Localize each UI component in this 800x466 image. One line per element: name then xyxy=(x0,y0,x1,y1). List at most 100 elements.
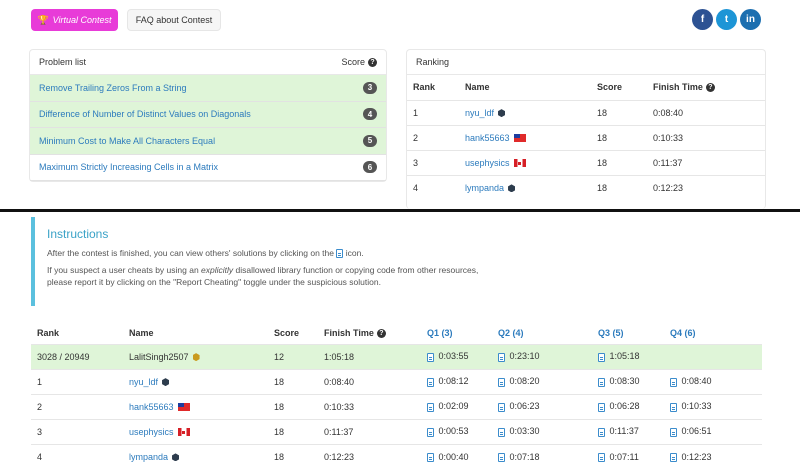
solution-icon[interactable] xyxy=(427,402,434,412)
q3-cell[interactable]: 1:05:18 xyxy=(592,343,664,369)
table-row: 1 nyu_ldf 18 0:08:40 0:08:12 0:08:20 0:0… xyxy=(31,368,762,394)
virtual-contest-label: Virtual Contest xyxy=(52,15,112,25)
solution-icon[interactable] xyxy=(670,452,677,462)
solution-icon[interactable] xyxy=(498,402,505,412)
q3-cell[interactable]: 0:11:37 xyxy=(592,418,664,444)
trophy-icon: 🏆 xyxy=(37,14,49,25)
user-link[interactable]: lympanda xyxy=(465,183,504,193)
q4-cell[interactable]: 0:08:40 xyxy=(664,368,762,394)
badge-icon xyxy=(172,453,180,462)
problem-score-badge: 4 xyxy=(363,108,377,121)
help-icon[interactable]: ? xyxy=(705,83,715,93)
q2-col-header[interactable]: Q2 (4) xyxy=(492,322,592,344)
user-link[interactable]: LalitSingh2507 xyxy=(129,352,189,362)
user-link[interactable]: nyu_ldf xyxy=(465,108,494,118)
q3-col-header[interactable]: Q3 (5) xyxy=(592,322,664,344)
solution-icon[interactable] xyxy=(498,452,505,462)
q4-cell[interactable]: 0:12:23 xyxy=(664,443,762,466)
solution-icon[interactable] xyxy=(598,377,605,387)
virtual-contest-button[interactable]: 🏆 Virtual Contest xyxy=(31,9,118,31)
solution-icon[interactable] xyxy=(598,352,605,362)
q1-cell[interactable]: 0:02:09 xyxy=(421,393,492,419)
flag-ca-icon xyxy=(513,159,526,168)
help-icon[interactable]: ? xyxy=(368,58,377,68)
score-cell: 18 xyxy=(268,443,318,466)
table-row: 2 hank55663 18 0:10:33 xyxy=(407,124,765,150)
solution-icon[interactable] xyxy=(598,402,605,412)
q1-cell[interactable]: 0:03:55 xyxy=(421,343,492,369)
name-cell: lympanda xyxy=(459,174,591,200)
facebook-share-icon[interactable]: f xyxy=(692,9,713,30)
problem-link[interactable]: Remove Trailing Zeros From a String xyxy=(39,83,187,93)
name-cell: nyu_ldf xyxy=(459,99,591,125)
solution-icon[interactable] xyxy=(427,427,434,437)
finish-cell: 0:08:40 xyxy=(318,368,421,394)
rank-cell: 4 xyxy=(31,443,123,466)
table-row: 4 lympanda 18 0:12:23 xyxy=(407,174,765,200)
table-row: 1 nyu_ldf 18 0:08:40 xyxy=(407,99,765,125)
score-cell: 18 xyxy=(268,393,318,419)
solution-icon[interactable] xyxy=(670,427,677,437)
problem-link[interactable]: Difference of Number of Distinct Values … xyxy=(39,109,251,119)
linkedin-share-icon[interactable]: in xyxy=(740,9,761,30)
q3-cell[interactable]: 0:07:11 xyxy=(592,443,664,466)
q4-col-header[interactable]: Q4 (6) xyxy=(664,322,762,344)
score-cell: 18 xyxy=(268,418,318,444)
problem-score-badge: 5 xyxy=(363,134,377,147)
q1-cell[interactable]: 0:00:53 xyxy=(421,418,492,444)
solution-icon[interactable] xyxy=(427,377,434,387)
user-link[interactable]: lympanda xyxy=(129,452,168,462)
problem-list-panel: Problem list Score? Remove Trailing Zero… xyxy=(29,49,387,182)
table-row: 2 hank55663 18 0:10:33 0:02:09 0:06:23 0… xyxy=(31,393,762,419)
rank-cell: 1 xyxy=(31,368,123,394)
q4-cell[interactable]: 0:06:51 xyxy=(664,418,762,444)
user-link[interactable]: usephysics xyxy=(465,158,510,168)
finish-cell: 0:10:33 xyxy=(647,124,765,150)
flag-tw-icon xyxy=(513,134,526,143)
solution-icon[interactable] xyxy=(670,377,677,387)
solution-icon[interactable] xyxy=(670,402,677,412)
q1-cell[interactable]: 0:00:40 xyxy=(421,443,492,466)
problem-row: Minimum Cost to Make All Characters Equa… xyxy=(30,128,386,155)
q3-cell[interactable]: 0:08:30 xyxy=(592,368,664,394)
user-link[interactable]: usephysics xyxy=(129,427,174,437)
instructions-title: Instructions xyxy=(47,227,109,241)
flag-tw-icon xyxy=(177,403,190,412)
problem-link[interactable]: Minimum Cost to Make All Characters Equa… xyxy=(39,136,215,146)
q1-col-header[interactable]: Q1 (3) xyxy=(421,322,492,344)
q1-cell[interactable]: 0:08:12 xyxy=(421,368,492,394)
solution-icon[interactable] xyxy=(498,427,505,437)
score-cell: 18 xyxy=(591,149,647,175)
problem-link[interactable]: Maximum Strictly Increasing Cells in a M… xyxy=(39,162,218,172)
q3-cell[interactable]: 0:06:28 xyxy=(592,393,664,419)
finish-cell: 1:05:18 xyxy=(318,343,421,369)
twitter-share-icon[interactable]: t xyxy=(716,9,737,30)
q2-cell[interactable]: 0:06:23 xyxy=(492,393,592,419)
q2-cell[interactable]: 0:23:10 xyxy=(492,343,592,369)
user-link[interactable]: hank55663 xyxy=(129,402,174,412)
user-link[interactable]: nyu_ldf xyxy=(129,377,158,387)
solution-icon[interactable] xyxy=(498,377,505,387)
help-icon[interactable]: ? xyxy=(376,328,386,338)
q2-cell[interactable]: 0:08:20 xyxy=(492,368,592,394)
solution-icon[interactable] xyxy=(598,452,605,462)
ranking-header: Ranking xyxy=(407,50,765,75)
solution-icon[interactable] xyxy=(598,427,605,437)
q2-cell[interactable]: 0:07:18 xyxy=(492,443,592,466)
badge-icon xyxy=(162,378,170,387)
name-col-header: Name xyxy=(129,327,154,338)
name-cell: lympanda xyxy=(123,443,268,466)
score-cell: 18 xyxy=(591,174,647,200)
q4-cell xyxy=(664,343,762,369)
badge-icon xyxy=(498,109,506,118)
score-cell: 18 xyxy=(268,368,318,394)
faq-button[interactable]: FAQ about Contest xyxy=(127,9,221,31)
name-cell: nyu_ldf xyxy=(123,368,268,394)
solution-icon[interactable] xyxy=(427,452,434,462)
q2-cell[interactable]: 0:03:30 xyxy=(492,418,592,444)
solution-icon[interactable] xyxy=(498,352,505,362)
problem-row: Maximum Strictly Increasing Cells in a M… xyxy=(30,155,386,181)
user-link[interactable]: hank55663 xyxy=(465,133,510,143)
q4-cell[interactable]: 0:10:33 xyxy=(664,393,762,419)
solution-icon[interactable] xyxy=(427,352,434,362)
